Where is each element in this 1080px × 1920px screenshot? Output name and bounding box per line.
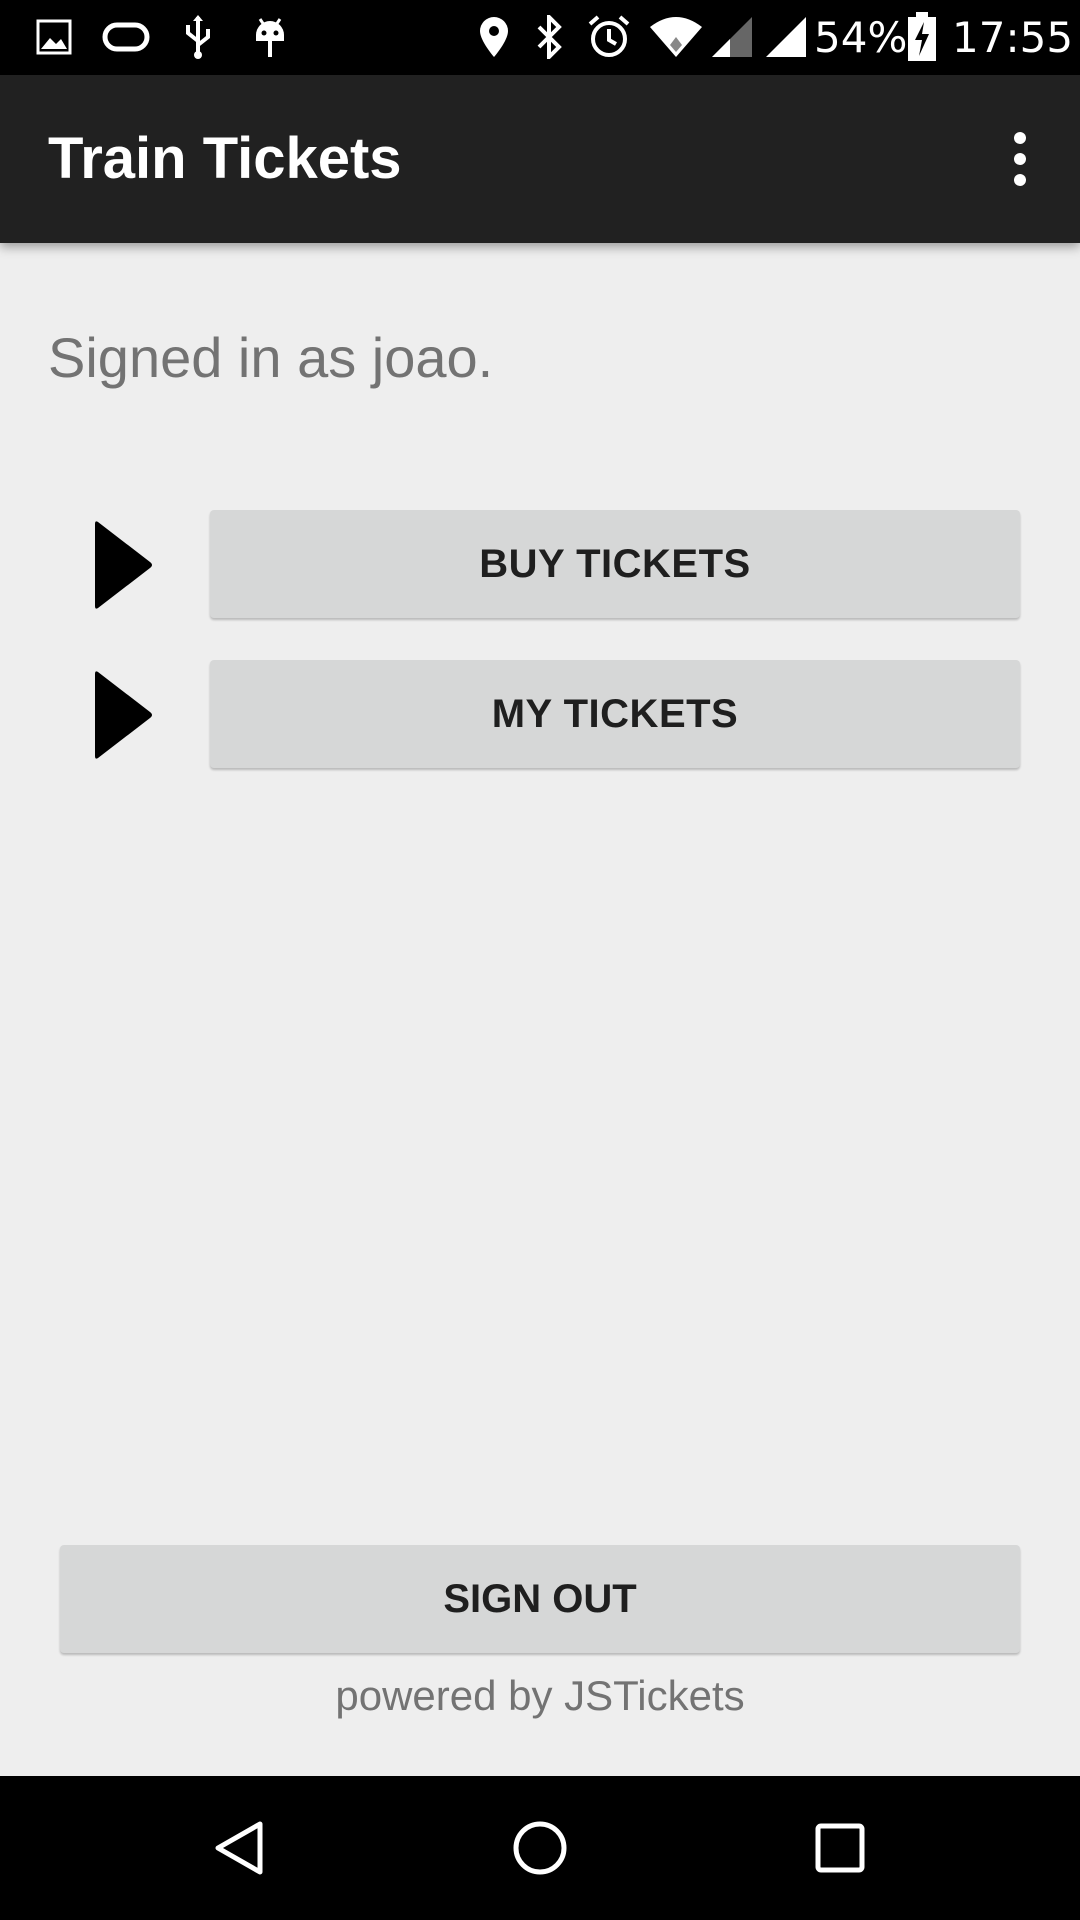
my-tickets-button[interactable]: MY TICKETS bbox=[210, 660, 1020, 768]
play-arrow-icon bbox=[95, 671, 152, 759]
overflow-menu-icon-dot bbox=[1014, 153, 1026, 165]
overflow-menu-icon-dot bbox=[1014, 174, 1026, 186]
my-tickets-row: MY TICKETS bbox=[0, 660, 1080, 770]
status-bar: 54% 17:55 bbox=[0, 0, 1080, 75]
sync-icon bbox=[98, 12, 154, 62]
wifi-icon bbox=[646, 12, 706, 62]
signed-in-text: Signed in as joao. bbox=[48, 326, 494, 389]
sign-out-button[interactable]: SIGN OUT bbox=[60, 1545, 1020, 1653]
buy-tickets-row: BUY TICKETS bbox=[0, 510, 1080, 620]
recents-button[interactable] bbox=[790, 1798, 890, 1898]
play-arrow-icon bbox=[95, 521, 152, 609]
back-icon bbox=[215, 1821, 263, 1875]
usb-icon bbox=[176, 12, 220, 62]
signal-icon bbox=[708, 12, 756, 62]
home-button[interactable] bbox=[490, 1798, 590, 1898]
android-debug-icon bbox=[248, 12, 292, 62]
powered-by-text: powered by JSTickets bbox=[335, 1672, 745, 1719]
buy-tickets-button[interactable]: BUY TICKETS bbox=[210, 510, 1020, 618]
image-icon bbox=[32, 12, 76, 62]
clock: 17:55 bbox=[952, 13, 1074, 62]
location-icon bbox=[474, 12, 514, 62]
app-title: Train Tickets bbox=[48, 126, 402, 191]
overflow-menu-icon bbox=[1014, 132, 1026, 144]
navigation-bar bbox=[0, 1776, 1080, 1920]
battery-percent: 54% bbox=[814, 13, 908, 62]
recents-icon bbox=[815, 1823, 865, 1873]
battery-charging-icon bbox=[902, 12, 942, 62]
signal-icon bbox=[762, 12, 810, 62]
overflow-menu-button[interactable] bbox=[980, 117, 1060, 201]
home-icon bbox=[513, 1821, 567, 1875]
back-button[interactable] bbox=[190, 1798, 290, 1898]
alarm-icon bbox=[584, 12, 634, 62]
app-bar: Train Tickets bbox=[0, 75, 1080, 243]
bluetooth-icon bbox=[530, 12, 570, 62]
